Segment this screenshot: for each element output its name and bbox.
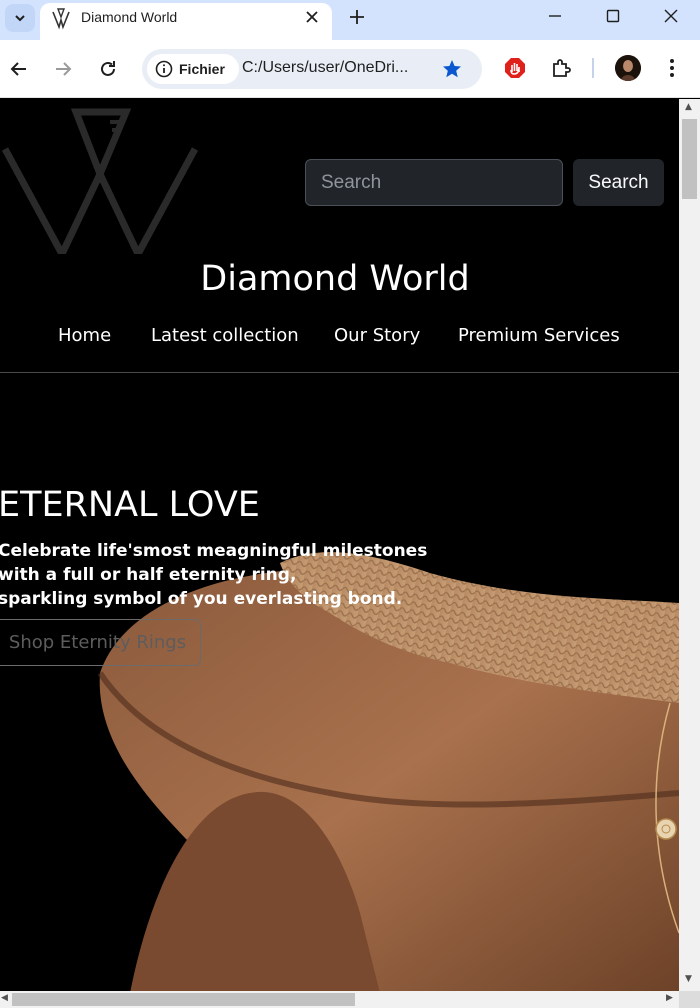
close-icon[interactable]	[304, 9, 320, 25]
scroll-corner	[679, 991, 700, 1008]
scroll-down-icon[interactable]: ▼	[685, 974, 692, 984]
scroll-up-icon[interactable]: ▲	[685, 102, 692, 112]
maximize-icon[interactable]	[605, 8, 621, 24]
extensions-puzzle-icon[interactable]	[550, 57, 572, 79]
search-input[interactable]	[305, 159, 563, 206]
page-title: Diamond World	[200, 259, 470, 299]
browser-toolbar: Fichier C:/Users/user/OneDri...	[0, 40, 700, 98]
scroll-left-icon[interactable]: ◀	[1, 993, 8, 1003]
hero-line: sparkling symbol of you everlasting bond…	[0, 589, 403, 609]
hero-line: with a full or half eternity ring,	[0, 565, 297, 585]
hero-image	[0, 373, 679, 991]
nav-divider	[0, 372, 679, 373]
horizontal-scrollbar[interactable]: ◀ ▶	[0, 991, 679, 1008]
forward-arrow-icon[interactable]	[53, 59, 73, 79]
toolbar-separator	[592, 58, 594, 78]
vertical-scrollbar[interactable]: ▲ ▼	[679, 99, 700, 991]
shop-eternity-rings-button[interactable]: Shop Eternity Rings	[0, 619, 201, 666]
nav-our-story[interactable]: Our Story	[334, 325, 420, 346]
hero-title: ETERNAL LOVE	[0, 485, 260, 525]
diamond-world-logo	[1, 108, 199, 254]
url-text[interactable]: C:/Users/user/OneDri...	[242, 59, 408, 77]
reload-icon[interactable]	[98, 59, 118, 79]
horizontal-scroll-thumb[interactable]	[12, 993, 355, 1006]
search-button[interactable]: Search	[573, 159, 664, 206]
info-icon	[155, 60, 173, 78]
diamond-world-favicon-icon	[52, 8, 70, 30]
hero-line: Celebrate life'smost meagningful milesto…	[0, 541, 428, 561]
window-close-icon[interactable]	[663, 8, 679, 24]
tab-title: Diamond World	[81, 9, 178, 25]
site-info-label: Fichier	[179, 61, 225, 77]
new-tab-icon[interactable]	[346, 6, 368, 28]
chevron-down-icon	[15, 15, 25, 22]
tab-search-button[interactable]	[5, 4, 35, 32]
avatar	[615, 55, 641, 81]
nav-home[interactable]: Home	[58, 325, 111, 346]
site-info-chip[interactable]: Fichier	[147, 54, 239, 84]
active-tab[interactable]: Diamond World	[40, 3, 332, 40]
hero-description: Celebrate life'smost meagningful milesto…	[0, 539, 427, 611]
more-menu-icon[interactable]	[664, 57, 680, 79]
tab-strip: Diamond World	[0, 0, 700, 40]
page-viewport: Search Diamond World Home Latest collect…	[0, 99, 679, 991]
profile-avatar[interactable]	[615, 55, 641, 81]
back-arrow-icon[interactable]	[9, 59, 29, 79]
bookmark-star-icon[interactable]	[441, 58, 463, 80]
minimize-icon[interactable]	[547, 8, 563, 24]
adblock-extension-icon[interactable]	[504, 57, 526, 79]
nav-premium-services[interactable]: Premium Services	[458, 325, 620, 346]
vertical-scroll-thumb[interactable]	[682, 119, 697, 199]
address-bar[interactable]: Fichier C:/Users/user/OneDri...	[142, 49, 482, 89]
scroll-right-icon[interactable]: ▶	[666, 993, 673, 1003]
nav-latest-collection[interactable]: Latest collection	[151, 325, 299, 346]
